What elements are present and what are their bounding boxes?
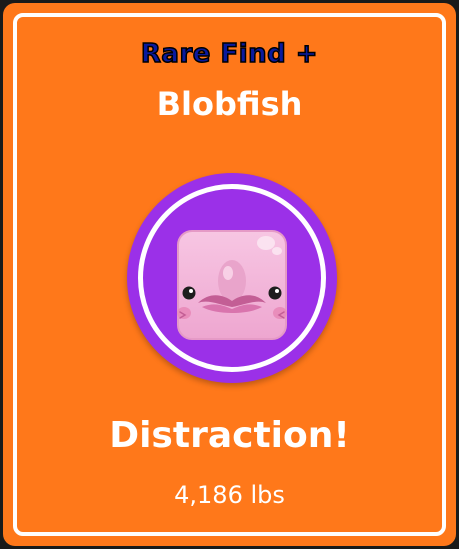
blobfish-icon — [177, 230, 287, 340]
weight-text: 4,186 lbs — [174, 481, 285, 509]
result-card: Rare Find + Blobfish Distraction! 4,186 … — [3, 3, 456, 546]
rarity-label: Rare Find + — [140, 38, 319, 70]
fish-name: Blobfish — [156, 85, 303, 123]
fish-portrait — [127, 173, 337, 383]
result-text: Distraction! — [109, 415, 350, 456]
